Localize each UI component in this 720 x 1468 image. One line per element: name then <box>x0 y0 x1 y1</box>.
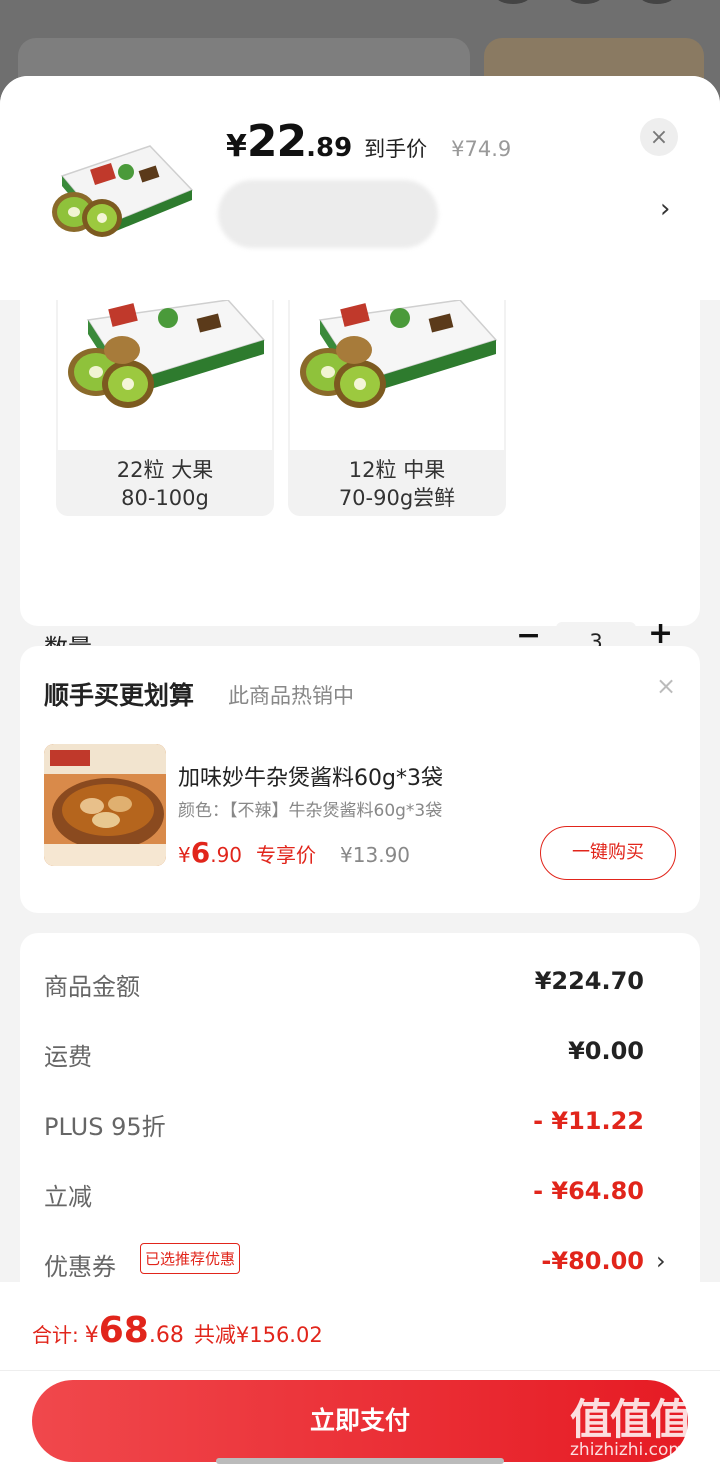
product-thumbnail <box>40 116 200 276</box>
summary-row-shipping: 运费 ¥0.00 <box>44 1037 644 1077</box>
one-click-buy-button[interactable]: 一键购买 <box>540 826 676 880</box>
coupon-badge: 已选推荐优惠 <box>140 1243 241 1274</box>
summary-label: 商品金额 <box>44 973 140 1001</box>
summary-value: - ¥64.80 <box>533 1177 644 1205</box>
spec-option[interactable]: 22粒 大果 80-100g <box>56 300 274 516</box>
total-decimal: .68 <box>148 1323 184 1348</box>
summary-row-subtotal: 商品金额 ¥224.70 <box>44 967 644 1007</box>
redacted-text <box>218 180 438 248</box>
summary-value: ¥224.70 <box>534 967 644 995</box>
spec-option-weight: 80-100g <box>121 486 209 510</box>
upsell-product-image[interactable] <box>44 744 166 866</box>
order-summary-card: 商品金额 ¥224.70 运费 ¥0.00 PLUS 95折 - ¥11.22 … <box>20 933 700 1333</box>
total-symbol: ¥ <box>84 1323 99 1348</box>
summary-row-plus-discount: PLUS 95折 - ¥11.22 <box>44 1107 644 1147</box>
spec-option-label: 12粒 中果 70-90g尝鲜 <box>288 450 506 512</box>
upsell-card: 顺手买更划算 此商品热销中 × 加味妙牛杂煲酱料60g*3袋 颜色：【不辣】牛杂… <box>20 646 700 913</box>
watermark: 值值值 zhizhizhi.com <box>566 1386 716 1466</box>
total-row: 合计: ¥ 68 .68 共减¥156.02 <box>32 1310 323 1351</box>
price-decimal: .89 <box>306 133 353 163</box>
summary-value: -¥80.00 <box>541 1247 644 1275</box>
purchase-sheet: ¥ 22 .89 到手价 ¥74.9 × › 22粒 大果 80-100g 12… <box>0 76 720 1468</box>
spec-option-label: 22粒 大果 80-100g <box>56 450 274 512</box>
home-indicator <box>216 1458 504 1464</box>
total-integer: 68 <box>98 1310 149 1351</box>
watermark-domain: zhizhizhi.com <box>570 1440 685 1460</box>
price-label: 到手价 <box>364 137 428 161</box>
chevron-right-icon[interactable]: › <box>660 194 670 224</box>
spec-option-name: 22粒 大果 <box>116 458 214 482</box>
summary-row-instant-discount: 立减 - ¥64.80 <box>44 1177 644 1217</box>
price-integer: 22 <box>246 116 307 167</box>
summary-label: 优惠券 <box>44 1253 116 1281</box>
divider <box>0 1370 720 1371</box>
summary-label: PLUS 95折 <box>44 1113 166 1141</box>
upsell-subtitle: 此商品热销中 <box>228 684 354 708</box>
upsell-price-label: 专享价 <box>256 843 317 867</box>
upsell-price-row: ¥ 6 .90 专享价 ¥13.90 <box>178 836 410 869</box>
background-icon <box>496 0 530 4</box>
background-icon <box>568 0 602 4</box>
upsell-price-symbol: ¥ <box>178 843 191 867</box>
upsell-title: 顺手买更划算 <box>44 681 195 710</box>
chevron-right-icon[interactable]: › <box>656 1247 666 1275</box>
summary-label: 运费 <box>44 1043 92 1071</box>
upsell-original-price: ¥13.90 <box>340 843 411 867</box>
spec-options-card: 22粒 大果 80-100g 12粒 中果 70-90g尝鲜 − 3 + <box>20 300 700 662</box>
spec-option-name: 12粒 中果 <box>348 458 446 482</box>
background-icon <box>640 0 674 4</box>
spec-option[interactable]: 12粒 中果 70-90g尝鲜 <box>288 300 506 516</box>
spec-option-image <box>290 300 504 450</box>
product-header: ¥ 22 .89 到手价 ¥74.9 × › <box>0 76 720 300</box>
spec-option-weight: 70-90g尝鲜 <box>338 486 456 510</box>
upsell-price-integer: 6 <box>190 836 211 869</box>
summary-row-coupon[interactable]: 优惠券 已选推荐优惠 -¥80.00 <box>44 1243 644 1287</box>
watermark-logo: 值值值 <box>570 1395 692 1444</box>
close-icon[interactable]: × <box>640 118 678 156</box>
summary-label: 立减 <box>44 1183 92 1211</box>
summary-value: ¥0.00 <box>568 1037 644 1065</box>
upsell-close-icon[interactable]: × <box>656 672 676 700</box>
summary-value: - ¥11.22 <box>533 1107 644 1135</box>
price-row: ¥ 22 .89 到手价 ¥74.9 <box>226 116 511 167</box>
original-price: ¥74.9 <box>451 137 512 161</box>
upsell-price-decimal: .90 <box>210 843 243 867</box>
upsell-product-spec: 颜色：【不辣】牛杂煲酱料60g*3袋 <box>178 801 443 821</box>
price-symbol: ¥ <box>226 129 247 164</box>
total-saved: 共减¥156.02 <box>193 1323 323 1347</box>
spec-option-image <box>58 300 272 450</box>
total-label: 合计: <box>32 1323 79 1347</box>
upsell-product-name[interactable]: 加味妙牛杂煲酱料60g*3袋 <box>178 760 443 792</box>
